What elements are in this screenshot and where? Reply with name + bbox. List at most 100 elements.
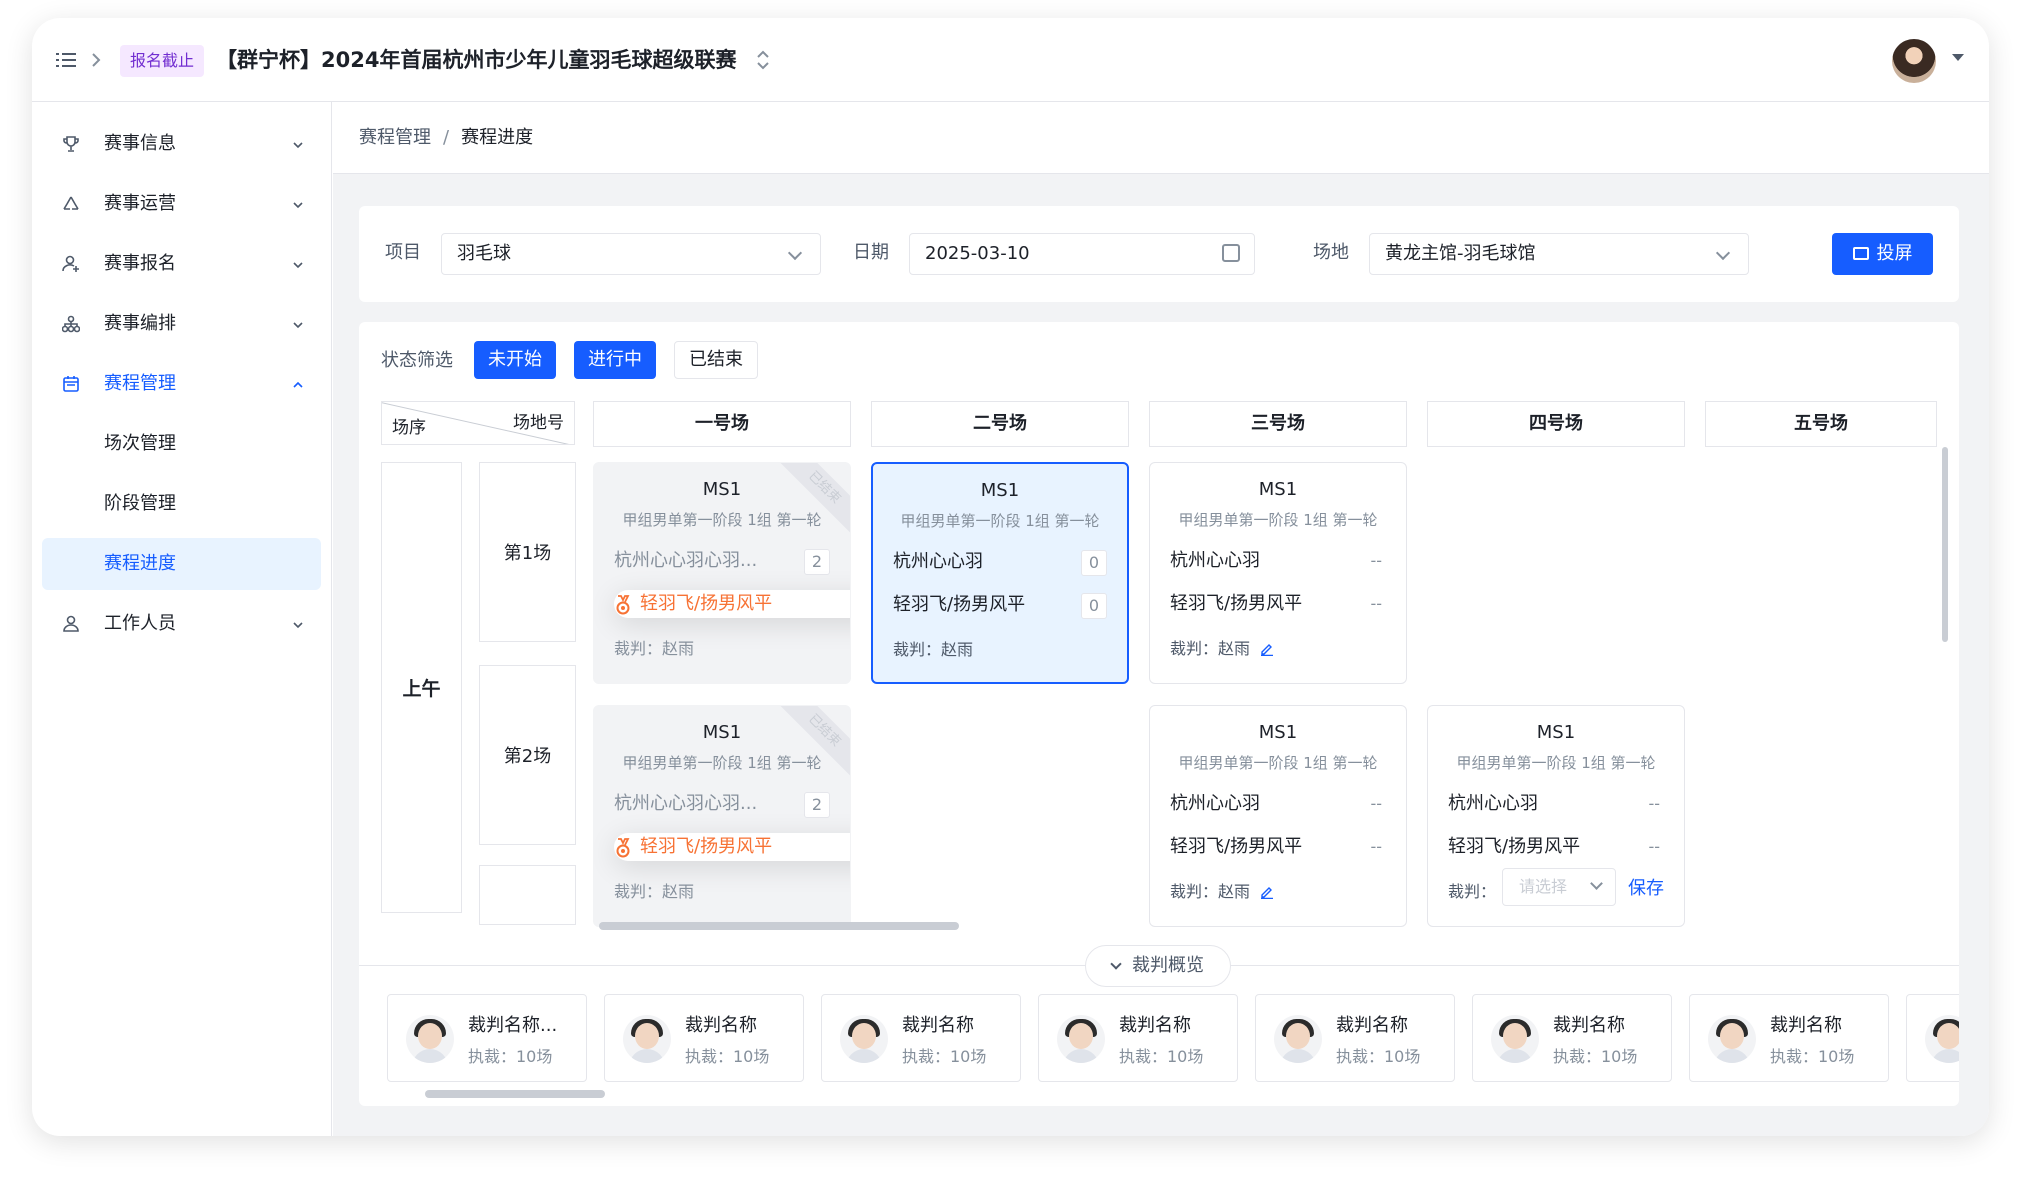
sidebar-subitem-stage[interactable]: 阶段管理	[42, 478, 321, 530]
referee-card[interactable]: 裁判名称执裁：10场	[1038, 994, 1238, 1082]
referee-list-scrollbar[interactable]	[425, 1090, 605, 1098]
item-label: 项目	[385, 242, 421, 263]
chevron-down-icon	[787, 245, 803, 261]
team-name: 杭州心心羽	[893, 551, 983, 572]
team-row-b: 轻羽飞/扬男风平 --	[1170, 590, 1386, 618]
calendar-icon	[63, 376, 79, 392]
match-card[interactable]: MS1 甲组男单第一阶段 1组 第一轮 杭州心心羽 -- 轻羽飞/扬男风平 -- 裁…	[1427, 705, 1685, 927]
referee-card[interactable]: 裁判名称... 执裁：10场	[387, 994, 587, 1082]
referee-card[interactable]: 裁判名称 执裁：10场	[1689, 994, 1889, 1082]
chevron-down-icon	[1590, 877, 1603, 890]
referee-card[interactable]: 裁判名称 执裁：10场	[604, 994, 804, 1082]
screen-icon	[1852, 247, 1869, 260]
referee-name: 赵雨	[662, 639, 695, 658]
sidebar-subitem-progress[interactable]: 赛程进度	[42, 538, 321, 590]
referee-count: 执裁：10场	[685, 1047, 770, 1066]
match-code: MS1	[1258, 722, 1298, 743]
referee-line: 裁判：赵雨	[1170, 878, 1274, 902]
sidebar-subitem-session[interactable]: 场次管理	[42, 418, 321, 470]
referee-count: 执裁：10场	[1119, 1047, 1204, 1066]
edit-icon[interactable]	[1260, 885, 1274, 899]
status-filter-not-started[interactable]: 未开始	[474, 341, 556, 379]
team-score: 2	[804, 792, 830, 818]
page-title: 【群宁杯】2024年首届杭州市少年儿童羽毛球超级联赛	[216, 48, 737, 72]
referee-card[interactable]: 裁判名称 执裁：10场	[1255, 994, 1455, 1082]
venue-select-value: 黄龙主馆-羽毛球馆	[1385, 243, 1536, 264]
chevron-down-icon	[293, 202, 303, 209]
chevron-down-icon	[1110, 958, 1122, 970]
court-header-3: 三号场	[1149, 401, 1407, 447]
sidebar-item-arrangement[interactable]: 赛事编排	[42, 298, 321, 350]
sidebar-item-schedule[interactable]: 赛程管理	[42, 358, 321, 410]
team-row-b: 轻羽飞/扬男风平 0	[893, 591, 1107, 619]
team-name: 杭州心心羽心羽...	[614, 793, 758, 814]
cast-screen-button[interactable]: 投屏	[1832, 233, 1933, 275]
match-card-selected[interactable]: MS1 甲组男单第一阶段 1组 第一轮 杭州心心羽 0 轻羽飞/扬男风平 0 裁判：…	[871, 462, 1129, 684]
edit-icon[interactable]	[1260, 642, 1274, 656]
status-filter-in-progress[interactable]: 进行中	[574, 341, 656, 379]
referee-name: 赵雨	[1218, 639, 1251, 658]
item-select[interactable]: 羽毛球	[441, 233, 821, 275]
save-button[interactable]: 保存	[1628, 874, 1664, 900]
status-filter-label: 状态筛选	[381, 350, 453, 371]
sidebar-item-staff[interactable]: 工作人员	[42, 598, 321, 650]
chevron-down-icon	[1715, 245, 1731, 261]
trophy-icon	[63, 136, 79, 152]
avatar[interactable]	[1892, 39, 1936, 83]
referee-card-partial[interactable]	[1906, 994, 1959, 1082]
breadcrumb: 赛程管理 / 赛程进度	[333, 102, 1989, 174]
sidebar-item-operations[interactable]: 赛事运营	[42, 178, 321, 230]
team-score: --	[1648, 794, 1660, 813]
sidebar-item-label: 工作人员	[104, 613, 176, 634]
match-desc: 甲组男单第一阶段 1组 第一轮	[1178, 754, 1378, 772]
team-score: --	[1370, 594, 1382, 613]
status-filter-finished[interactable]: 已结束	[674, 341, 758, 379]
referee-card[interactable]: 裁判名称 执裁：10场	[821, 994, 1021, 1082]
horizontal-scrollbar[interactable]	[599, 922, 959, 930]
team-name: 杭州心心羽心羽...	[614, 550, 758, 571]
breadcrumb-parent[interactable]: 赛程管理	[359, 127, 431, 148]
match-card[interactable]: MS1 甲组男单第一阶段 1组 第一轮 杭州心心羽 -- 轻羽飞/扬男风平 -- 裁…	[1149, 705, 1407, 927]
match-code: MS1	[980, 480, 1020, 501]
sort-icon[interactable]	[756, 48, 770, 72]
sidebar-item-registration[interactable]: 赛事报名	[42, 238, 321, 290]
referee-select-placeholder: 请选择	[1519, 877, 1568, 896]
team-row-a: 杭州心心羽心羽... 2	[614, 547, 830, 575]
venue-select[interactable]: 黄龙主馆-羽毛球馆	[1369, 233, 1749, 275]
referee-name: 裁判名称	[1336, 1015, 1408, 1036]
corner-col-label: 场地号	[513, 413, 564, 433]
referee-name: 裁判名称	[1553, 1015, 1625, 1036]
referee-label: 裁判：	[614, 882, 663, 901]
court-header-2: 二号场	[871, 401, 1129, 447]
chevron-right-icon	[92, 53, 101, 67]
match-card[interactable]: MS1 甲组男单第一阶段 1组 第一轮 杭州心心羽 -- 轻羽飞/扬男风平 -- 裁…	[1149, 462, 1407, 684]
referee-list: 裁判名称... 执裁：10场 裁判名称执裁：10场 裁判名称执裁：10场 裁判名称…	[359, 994, 1959, 1086]
referee-avatar	[1708, 1015, 1756, 1063]
user-add-icon	[62, 255, 79, 272]
team-row-a: 杭州心心羽 0	[893, 548, 1107, 576]
filter-bar: 项目 羽毛球 日期 2025-03-10 场地 黄龙主馆-羽毛球馆 投屏	[359, 206, 1959, 302]
court-header-4: 四号场	[1427, 401, 1685, 447]
referee-name: 裁判名称	[1119, 1015, 1191, 1036]
match-card[interactable]: 已结束 MS1 甲组男单第一阶段 1组 第一轮 杭州心心羽心羽... 2 轻羽飞/…	[593, 705, 851, 927]
menu-icon[interactable]	[56, 51, 76, 69]
breadcrumb-current: 赛程进度	[461, 127, 534, 148]
referee-select[interactable]: 请选择	[1502, 868, 1616, 906]
item-select-value: 羽毛球	[457, 243, 511, 264]
vertical-scrollbar[interactable]	[1942, 447, 1948, 642]
team-name: 轻羽飞/扬男风平	[640, 593, 773, 614]
sidebar-item-label: 赛事报名	[104, 253, 176, 274]
team-name: 杭州心心羽	[1170, 793, 1260, 814]
structure-icon	[62, 315, 80, 333]
referee-overview-toggle[interactable]: 裁判概览	[1085, 945, 1231, 987]
team-row-a: 杭州心心羽 --	[1170, 547, 1386, 575]
date-picker[interactable]: 2025-03-10	[909, 233, 1255, 275]
referee-label: 裁判：	[1448, 882, 1497, 901]
match-card[interactable]: 已结束 MS1 甲组男单第一阶段 1组 第一轮 杭州心心羽心羽... 2 轻羽飞/…	[593, 462, 851, 684]
referee-label: 裁判：	[893, 640, 942, 659]
caret-down-icon[interactable]	[1952, 54, 1964, 61]
sidebar-item-event-info[interactable]: 赛事信息	[42, 118, 321, 170]
referee-count: 执裁：10场	[1553, 1047, 1638, 1066]
referee-card[interactable]: 裁判名称执裁：10场	[1472, 994, 1672, 1082]
team-row-a: 杭州心心羽 --	[1170, 790, 1386, 818]
